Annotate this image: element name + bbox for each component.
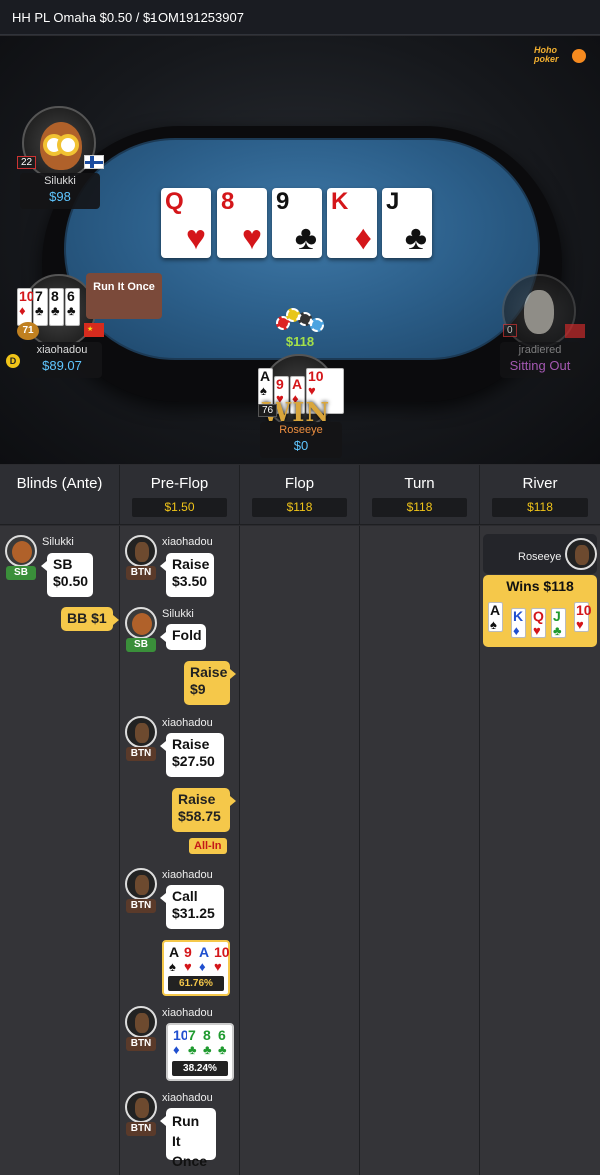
board-card-1: Q ♥ [161,188,211,258]
player-name: Roseeye [279,424,323,436]
player-name: Roseeye [518,551,562,563]
btn-tag: BTN [126,566,156,580]
action-bubble: Raise $3.50 [160,553,214,597]
seat-silukki-nameplate: Silukki $98 [20,173,100,209]
player-stack: $0 [293,438,309,453]
column-turn: Turn $118 [360,465,480,525]
hand-id: - OM191253907 [150,10,244,25]
level-badge: 71 [17,322,39,340]
street-pot: $118 [252,498,347,517]
player-name: xiaohadou [162,1092,213,1104]
level-badge: 76 [258,404,278,417]
hole-card: 10 ♦ [17,288,35,326]
sitting-out-status: Sitting Out [509,358,571,373]
player-avatar [125,868,157,900]
dealer-button: D [6,354,20,368]
sb-tag: SB [6,566,36,580]
hole-card: 6 ♣ [65,288,80,326]
btn-tag: BTN [126,899,156,913]
action-bubble: SB $0.50 [41,553,93,597]
title-bar: HH PL Omaha $0.50 / $1 - OM191253907 [0,0,600,35]
player-name: xiaohadou [162,869,213,881]
finland-flag-icon [84,155,104,169]
player-name: jradiered [518,344,562,356]
street-pot: $118 [372,498,467,517]
win-amount: Wins $118 [506,578,574,594]
player-name: Silukki [44,175,76,187]
board-card-4: K ♦ [327,188,377,258]
player-name: Silukki [42,536,74,548]
equity-box-roseeye: A ♠ 9 ♥ A ♦ 10 ♥ 61.76% [162,940,230,996]
hole-card: 7 ♣ [33,288,48,326]
player-avatar [125,607,157,639]
run-it-once-popup[interactable]: Run It Once [86,273,162,319]
china-flag-icon: ★ [84,323,104,337]
board-card-2: 8 ♥ [217,188,267,258]
board-card-3: 9 ♣ [272,188,322,258]
level-badge: 22 [17,156,37,169]
action-bubble: Raise $27.50 [160,733,224,777]
player-name: xiaohadou [162,536,213,548]
btn-tag: BTN [126,1037,156,1051]
column-flop: Flop $118 [240,465,360,525]
equity-box-xiaohadou: 10 ♦ 7 ♣ 8 ♣ 6 ♣ 38.24% [166,1023,234,1081]
pot-amount: $118 [285,334,315,349]
seat-xiaohadou-nameplate: xiaohadou $89.07 [22,342,102,378]
belarus-flag-icon [565,324,585,338]
player-stack: $98 [49,189,71,204]
flop-column [240,526,360,1175]
big-blind-bubble: BB $1 [61,607,119,631]
board-card-5: J ♣ [382,188,432,258]
owl-avatar-icon [40,122,82,170]
column-blinds: Blinds (Ante) [0,465,120,525]
player-stack: $89.07 [42,358,82,373]
action-bubble: Run It Once [160,1108,216,1169]
player-avatar [125,716,157,748]
all-in-badge: All-In [189,838,227,854]
game-title: HH PL Omaha $0.50 / $1 [12,10,158,25]
player-avatar [125,1006,157,1038]
btn-tag: BTN [126,747,156,761]
player-name: Silukki [162,608,194,620]
action-bubble: Fold [160,624,206,650]
action-bubble: Call $31.25 [160,885,224,929]
hoho-poker-logo: Hoho poker [534,46,586,68]
seat-jradiered-nameplate: jradiered Sitting Out [500,342,580,378]
street-pot: $1.50 [132,498,227,517]
seat-roseeye-nameplate: Roseeye $0 [260,422,342,458]
hole-card: 8 ♣ [49,288,64,326]
btn-tag: BTN [126,1122,156,1136]
turn-column [360,526,480,1175]
level-badge: 0 [503,324,517,337]
player-avatar [565,538,597,570]
street-headers: Blinds (Ante) Pre-Flop $1.50 Flop $118 Tur… [0,465,600,525]
player-name: xiaohadou [162,1007,213,1019]
player-avatar [125,535,157,567]
column-river: River $118 [480,465,600,525]
player-avatar [5,535,37,567]
poker-table-view: Hoho poker Q ♥ 8 ♥ 9 ♣ K ♦ J ♣ 22 Silukki $98 … [0,36,600,464]
player-name: xiaohadou [162,717,213,729]
column-preflop: Pre-Flop $1.50 [120,465,240,525]
winner-box: Wins $118 A ♠ K ♦ Q ♥ J ♣ 10 ♥ [483,575,597,647]
duck-avatar-icon [524,290,554,334]
equity-percent: 38.24% [172,1061,228,1076]
opponent-action-bubble: Raise $58.75 [172,788,236,832]
equity-percent: 61.76% [168,976,224,991]
street-pot: $118 [492,498,588,517]
player-name: xiaohadou [36,344,88,356]
player-avatar [125,1091,157,1123]
sb-tag: SB [126,638,156,652]
opponent-action-bubble: Raise $9 [184,661,236,705]
